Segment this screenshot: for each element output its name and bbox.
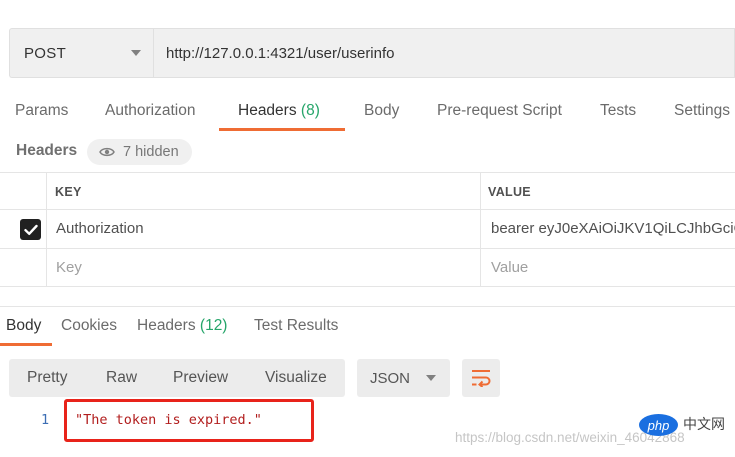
request-bar: POST http://127.0.0.1:4321/user/userinfo	[9, 28, 735, 78]
column-divider	[46, 249, 47, 286]
headers-table: KEY VALUE Authorization bearer eyJ0eXAiO…	[0, 172, 735, 287]
new-value-input[interactable]: Value	[491, 259, 528, 276]
response-tab-cookies[interactable]: Cookies	[61, 317, 117, 335]
active-tab-indicator	[219, 128, 345, 131]
response-tab-headers[interactable]: Headers (12)	[137, 317, 227, 335]
method-label: POST	[24, 44, 67, 62]
hidden-headers-toggle[interactable]: 7 hidden	[87, 139, 192, 165]
wrap-lines-button[interactable]	[462, 359, 500, 397]
table-header-row: KEY VALUE	[0, 172, 735, 210]
preview-button[interactable]: Preview	[173, 369, 228, 387]
response-tab-headers-label: Headers	[137, 317, 196, 334]
pretty-button[interactable]: Pretty	[27, 369, 67, 387]
eye-icon	[99, 147, 115, 157]
line-number: 1	[41, 412, 50, 428]
visualize-button[interactable]: Visualize	[265, 369, 327, 387]
column-header-value: VALUE	[488, 185, 531, 199]
php-logo-text: php	[647, 417, 670, 433]
headers-section-title: Headers	[16, 142, 78, 159]
tab-headers-count: (8)	[300, 102, 320, 119]
chevron-down-icon	[426, 375, 436, 381]
column-header-key: KEY	[55, 185, 82, 199]
tab-body[interactable]: Body	[364, 96, 399, 132]
table-row-new: Key Value	[0, 249, 735, 287]
tab-authorization[interactable]: Authorization	[105, 96, 195, 132]
new-key-input[interactable]: Key	[56, 259, 82, 276]
highlight-annotation-box	[64, 399, 314, 442]
view-mode-group: Pretty Raw Preview Visualize	[9, 359, 345, 397]
response-tab-headers-count: (12)	[199, 317, 228, 334]
php-logo: php	[639, 414, 678, 436]
header-enabled-checkbox[interactable]	[20, 219, 41, 240]
hidden-headers-label: 7 hidden	[123, 144, 179, 160]
php-site-text: 中文网	[683, 416, 725, 432]
table-row: Authorization bearer eyJ0eXAiOiJKV1QiLCJ…	[0, 210, 735, 249]
method-select[interactable]: POST	[9, 28, 153, 78]
chevron-down-icon	[131, 50, 141, 56]
column-divider	[480, 173, 481, 209]
tab-tests[interactable]: Tests	[600, 96, 636, 132]
tab-params[interactable]: Params	[15, 96, 68, 132]
tab-pre-request-script[interactable]: Pre-request Script	[437, 96, 562, 132]
raw-button[interactable]: Raw	[106, 369, 137, 387]
url-input[interactable]: http://127.0.0.1:4321/user/userinfo	[153, 28, 735, 78]
header-value-cell[interactable]: bearer eyJ0eXAiOiJKV1QiLCJhbGciO	[491, 220, 735, 237]
tab-headers[interactable]: Headers (8)	[238, 96, 320, 132]
tab-settings[interactable]: Settings	[674, 96, 730, 132]
response-divider	[0, 306, 735, 307]
tab-headers-label: Headers	[238, 102, 297, 119]
column-divider	[46, 210, 47, 248]
request-tabs: Params Authorization Headers (8) Body Pr…	[0, 96, 735, 132]
format-label: JSON	[370, 369, 411, 387]
column-divider	[46, 173, 47, 209]
header-key-cell[interactable]: Authorization	[56, 220, 144, 237]
column-divider	[480, 210, 481, 248]
checkmark-icon	[23, 224, 38, 235]
wrap-lines-icon	[472, 370, 491, 387]
response-tab-test-results[interactable]: Test Results	[254, 317, 338, 335]
response-active-tab-indicator	[0, 343, 52, 346]
format-select[interactable]: JSON	[357, 359, 450, 397]
column-divider	[480, 249, 481, 286]
response-tab-body[interactable]: Body	[6, 317, 41, 335]
